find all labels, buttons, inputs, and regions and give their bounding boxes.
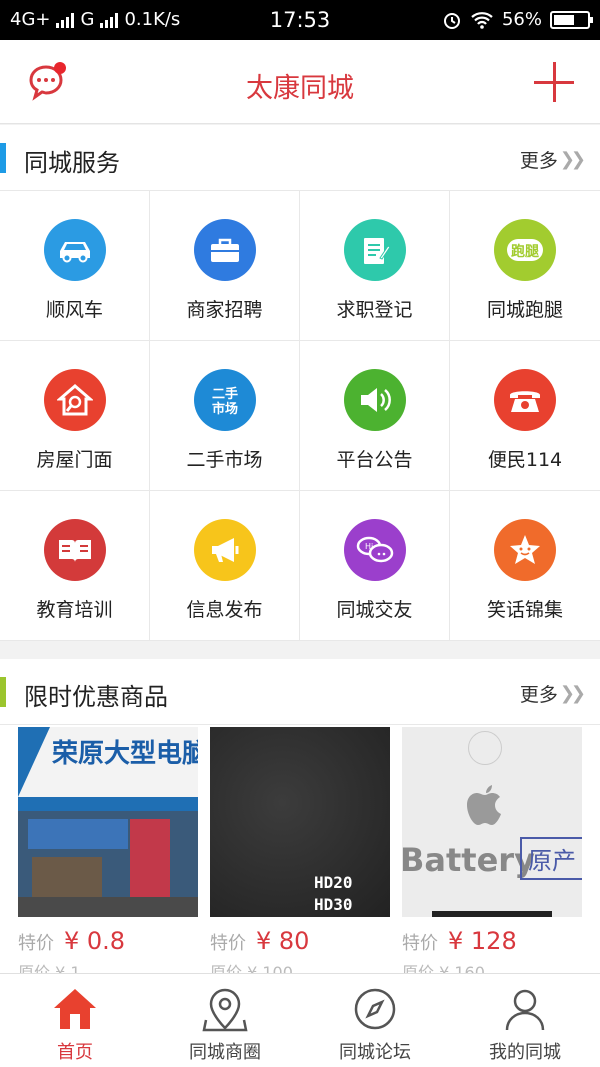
price-label: 特价 (18, 933, 54, 954)
more-label: 更多 (519, 684, 558, 706)
service-housing[interactable]: 房屋门面 (0, 341, 150, 491)
product-image-text-2: 原产 (520, 837, 582, 880)
services-more-link[interactable]: 更多 ❯❯ (519, 146, 586, 173)
status-bar: 4G+ G 0.1K/s 17:53 56% (0, 0, 600, 40)
tab-label: 同城论坛 (339, 1042, 411, 1063)
home-icon (54, 989, 96, 1029)
alarm-icon (443, 12, 460, 29)
service-label: 教育培训 (36, 599, 113, 621)
service-label: 二手市场 (186, 449, 263, 471)
deals-more-link[interactable]: 更多 ❯❯ (519, 680, 586, 707)
apple-logo-icon (467, 785, 501, 825)
product-image-text: HD20 (314, 873, 353, 892)
original-price: 原价 ¥ 100 (210, 963, 293, 973)
product-image-text-2: HD30 (314, 895, 353, 914)
app-header: 太康同城 (0, 40, 600, 124)
product-image[interactable]: Battery 原产 (402, 727, 582, 917)
chevron-right-icon: ❯❯ (559, 149, 586, 170)
service-label: 信息发布 (186, 599, 263, 621)
service-label: 同城跑腿 (486, 299, 563, 321)
services-title: 同城服务 (24, 149, 120, 177)
deals-section-header: 限时优惠商品 更多 ❯❯ (0, 659, 600, 725)
service-jokes[interactable]: 笑话锦集 (450, 491, 600, 641)
service-job-register[interactable]: 求职登记 (300, 191, 450, 341)
more-label: 更多 (519, 150, 558, 172)
tab-label: 我的同城 (489, 1042, 561, 1063)
deals-list: 荣原大型电脑 特价 ¥ 0.8 原价 ¥ 1 HD20 HD30 特价 ¥ 80… (0, 725, 600, 973)
chat-bubbles-icon: Hi (344, 519, 406, 581)
price-value: ¥ 80 (256, 927, 310, 955)
price-label: 特价 (210, 933, 246, 954)
service-education[interactable]: 教育培训 (0, 491, 150, 641)
tab-label: 首页 (57, 1042, 93, 1063)
svg-text:市场: 市场 (212, 401, 238, 417)
page-title: 太康同城 (246, 73, 354, 104)
phone-icon (494, 369, 556, 431)
compass-icon (354, 988, 396, 1030)
tab-forum[interactable]: 同城论坛 (300, 974, 450, 1067)
smile-star-icon (494, 519, 556, 581)
battery-icon (550, 10, 593, 29)
form-icon (344, 219, 406, 281)
service-label: 便民114 (487, 449, 563, 471)
product-image[interactable]: 荣原大型电脑 (18, 727, 198, 917)
service-label: 商家招聘 (186, 299, 263, 321)
megaphone-icon (194, 519, 256, 581)
service-114[interactable]: 便民114 (450, 341, 600, 491)
section-accent-bar (0, 677, 6, 707)
service-recruit[interactable]: 商家招聘 (150, 191, 300, 341)
service-notice[interactable]: 平台公告 (300, 341, 450, 491)
service-errand[interactable]: 跑腿 同城跑腿 (450, 191, 600, 341)
original-price: 原价 ¥ 1 (18, 963, 81, 973)
service-label: 平台公告 (336, 449, 413, 471)
services-section-header: 同城服务 更多 ❯❯ (0, 125, 600, 191)
price-value: ¥ 0.8 (64, 927, 126, 955)
product-card[interactable]: Battery 原产 特价 ¥ 128 原价 ¥ 160 (402, 727, 582, 973)
add-button[interactable] (534, 62, 574, 102)
briefcase-icon (194, 219, 256, 281)
product-card[interactable]: 荣原大型电脑 特价 ¥ 0.8 原价 ¥ 1 (18, 727, 198, 973)
location-icon (202, 988, 248, 1032)
product-image-text: 荣原大型电脑 (52, 739, 198, 769)
service-rideshare[interactable]: 顺风车 (0, 191, 150, 341)
house-search-icon (44, 369, 106, 431)
service-label: 房屋门面 (36, 449, 113, 471)
section-accent-bar (0, 143, 6, 173)
product-card[interactable]: HD20 HD30 特价 ¥ 80 原价 ¥ 100 (210, 727, 390, 973)
price-value: ¥ 128 (448, 927, 517, 955)
battery-percent: 56% (501, 9, 542, 30)
book-icon (44, 519, 106, 581)
service-secondhand[interactable]: 二手 市场 二手市场 (150, 341, 300, 491)
car-icon (44, 219, 106, 281)
price-label: 特价 (402, 933, 438, 954)
user-icon (505, 989, 545, 1031)
chevron-right-icon: ❯❯ (559, 683, 586, 704)
service-publish[interactable]: 信息发布 (150, 491, 300, 641)
speaker-icon (344, 369, 406, 431)
service-label: 顺风车 (45, 299, 103, 321)
errand-icon: 跑腿 (494, 219, 556, 281)
service-friends[interactable]: Hi 同城交友 (300, 491, 450, 641)
tab-label: 同城商圈 (189, 1042, 261, 1063)
svg-text:二手: 二手 (212, 386, 238, 402)
tab-profile[interactable]: 我的同城 (450, 974, 600, 1067)
product-image[interactable]: HD20 HD30 (210, 727, 390, 917)
tab-home[interactable]: 首页 (0, 974, 150, 1067)
service-label: 笑话锦集 (486, 599, 563, 621)
secondhand-icon: 二手 市场 (194, 369, 256, 431)
tab-business-circle[interactable]: 同城商圈 (150, 974, 300, 1067)
wifi-icon (471, 11, 493, 29)
original-price: 原价 ¥ 160 (402, 963, 485, 973)
service-label: 求职登记 (336, 299, 413, 321)
svg-text:Hi: Hi (365, 542, 373, 551)
svg-text:跑腿: 跑腿 (511, 243, 539, 260)
services-grid: 顺风车 商家招聘 求职登记 跑腿 同城跑腿 房屋门面 二手市场 二手市场 平台 (0, 191, 600, 641)
product-image-text: Battery (402, 841, 535, 879)
service-label: 同城交友 (336, 599, 413, 621)
bottom-tab-bar: 首页 同城商圈 同城论坛 我的同城 (0, 973, 600, 1067)
deals-title: 限时优惠商品 (24, 683, 168, 711)
